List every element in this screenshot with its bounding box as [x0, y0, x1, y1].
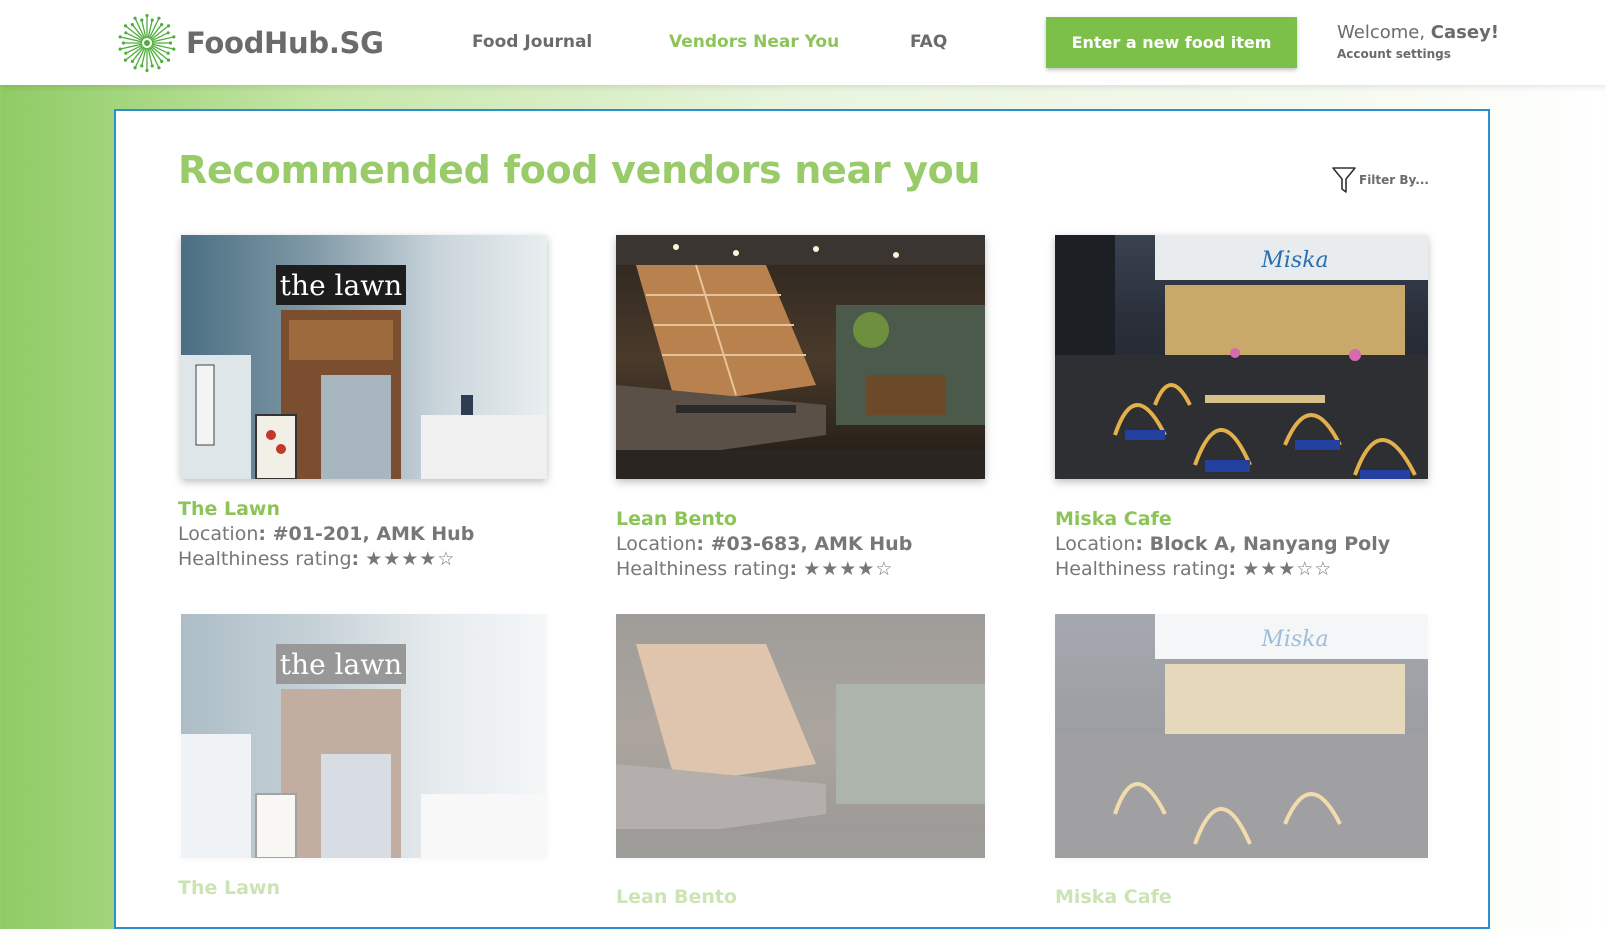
funnel-icon	[1332, 167, 1356, 193]
miska-sign-text: Miska	[1260, 248, 1328, 273]
page-title: Recommended food vendors near you	[178, 148, 981, 192]
vendor-location: Location: Block A, Nanyang Poly	[1055, 533, 1391, 555]
brand-name: FoodHub.SG	[186, 26, 384, 60]
user-name: Casey!	[1430, 22, 1500, 43]
user-welcome: Welcome, Casey! Account settings	[1337, 22, 1499, 61]
cafe-storefront-image: the lawn	[181, 614, 547, 858]
vendor-photo[interactable]: the lawn	[181, 235, 547, 479]
vendor-location: Location: #03-683, AMK Hub	[616, 533, 913, 555]
lawn-sign-text: the lawn	[280, 648, 402, 681]
enter-new-food-item-button[interactable]: Enter a new food item	[1046, 17, 1297, 68]
vendor-photo[interactable]: the lawn	[181, 614, 547, 858]
nav-vendors-near-you[interactable]: Vendors Near You	[669, 32, 839, 52]
cafe-storefront-image: the lawn	[181, 235, 547, 479]
vendor-rating: Healthiness rating: ★★★★☆	[178, 548, 456, 570]
cafe-terrace-image: Miska	[1055, 614, 1428, 858]
vendor-name[interactable]: Miska Cafe	[1055, 886, 1172, 908]
cafe-interior-image	[616, 614, 985, 858]
cafe-interior-image	[616, 235, 985, 479]
vendor-photo[interactable]	[616, 235, 985, 479]
vendor-name[interactable]: The Lawn	[178, 498, 280, 520]
account-settings-link[interactable]: Account settings	[1337, 47, 1499, 61]
welcome-prefix: Welcome,	[1337, 22, 1426, 43]
lawn-sign-text: the lawn	[280, 269, 402, 302]
miska-sign-text: Miska	[1260, 627, 1328, 652]
vendor-name[interactable]: The Lawn	[178, 877, 280, 899]
rating-stars: ★★★☆☆	[1242, 558, 1333, 580]
cafe-terrace-image: Miska	[1055, 235, 1428, 479]
vendor-name[interactable]: Lean Bento	[616, 508, 737, 530]
vendor-photo[interactable]: Miska	[1055, 614, 1428, 858]
nav-faq[interactable]: FAQ	[910, 32, 947, 52]
vendor-name[interactable]: Lean Bento	[616, 886, 737, 908]
top-navigation-bar: FoodHub.SG Food Journal Vendors Near You…	[0, 0, 1606, 85]
filter-by-button[interactable]: Filter By...	[1332, 166, 1429, 194]
vendor-rating: Healthiness rating: ★★★☆☆	[1055, 558, 1333, 580]
rating-stars: ★★★★☆	[365, 548, 456, 570]
vendor-location: Location: #01-201, AMK Hub	[178, 523, 475, 545]
vendor-name[interactable]: Miska Cafe	[1055, 508, 1172, 530]
vendor-photo[interactable]	[616, 614, 985, 858]
brand-logo[interactable]: FoodHub.SG	[118, 14, 384, 72]
vendor-rating: Healthiness rating: ★★★★☆	[616, 558, 894, 580]
dandelion-logo-icon	[118, 14, 176, 72]
filter-label: Filter By...	[1359, 173, 1429, 187]
vendor-photo[interactable]: Miska	[1055, 235, 1428, 479]
rating-stars: ★★★★☆	[803, 558, 894, 580]
nav-food-journal[interactable]: Food Journal	[472, 32, 592, 52]
